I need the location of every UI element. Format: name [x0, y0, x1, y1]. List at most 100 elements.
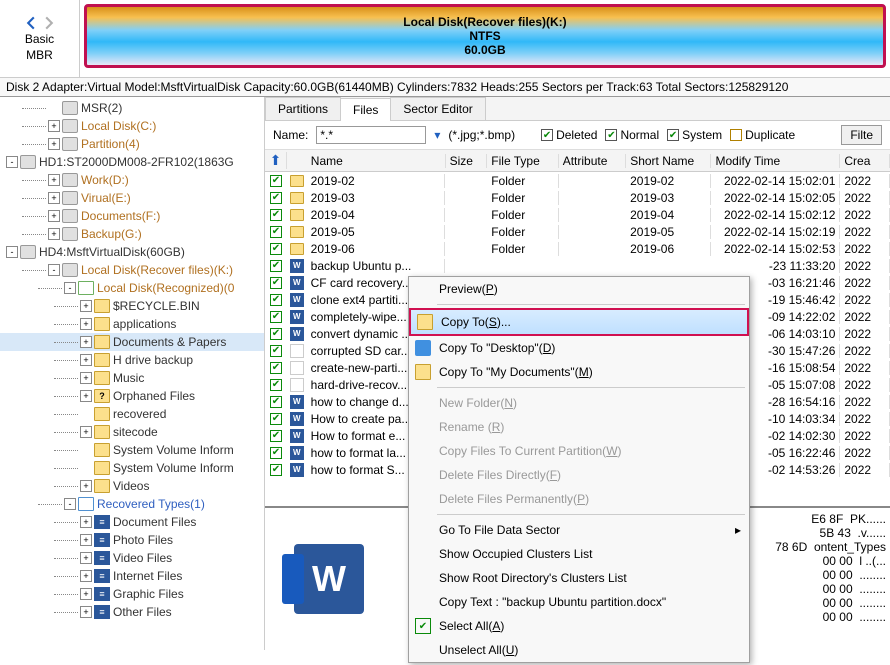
- table-row[interactable]: ✔2019-03Folder2019-032022-02-14 15:02:05…: [265, 189, 890, 206]
- tree-item[interactable]: +Videos: [0, 477, 264, 495]
- expand-icon[interactable]: +: [80, 372, 92, 384]
- tree-item[interactable]: +Local Disk(C:): [0, 117, 264, 135]
- tab-sector-editor[interactable]: Sector Editor: [390, 97, 485, 120]
- table-row[interactable]: ✔2019-04Folder2019-042022-02-14 15:02:12…: [265, 206, 890, 223]
- tree-item[interactable]: +≡Other Files: [0, 603, 264, 621]
- table-row[interactable]: ✔Wbackup Ubuntu p...-23 11:33:202022: [265, 257, 890, 274]
- expand-icon[interactable]: +: [80, 552, 92, 564]
- tree-item[interactable]: +≡Graphic Files: [0, 585, 264, 603]
- expand-icon[interactable]: +: [48, 138, 60, 150]
- row-checkbox[interactable]: ✔: [270, 379, 282, 391]
- table-row[interactable]: ✔2019-02Folder2019-022022-02-14 15:02:01…: [265, 172, 890, 189]
- tree-item[interactable]: +Backup(G:): [0, 225, 264, 243]
- tree-item[interactable]: +Music: [0, 369, 264, 387]
- expand-icon[interactable]: +: [80, 534, 92, 546]
- menu-show-root-clusters[interactable]: Show Root Directory's Clusters List: [409, 566, 749, 590]
- col-shortname[interactable]: Short Name: [626, 154, 711, 168]
- menu-copy-to-mydocs[interactable]: Copy To "My Documents"(M): [409, 360, 749, 384]
- expand-icon[interactable]: +: [48, 120, 60, 132]
- tree-item[interactable]: -HD1:ST2000DM008-2FR102(1863G: [0, 153, 264, 171]
- tab-files[interactable]: Files: [340, 98, 391, 121]
- tree-item[interactable]: +Documents & Papers: [0, 333, 264, 351]
- nav-back-icon[interactable]: [24, 16, 38, 30]
- row-checkbox[interactable]: ✔: [270, 294, 282, 306]
- menu-unselect-all[interactable]: Unselect All(U): [409, 638, 749, 662]
- volume-bar[interactable]: Local Disk(Recover files)(K:) NTFS 60.0G…: [84, 4, 886, 68]
- nav-forward-icon[interactable]: [42, 16, 56, 30]
- col-name[interactable]: Name: [307, 154, 446, 168]
- tree-item[interactable]: System Volume Inform: [0, 441, 264, 459]
- expand-icon[interactable]: -: [6, 246, 18, 258]
- row-checkbox[interactable]: ✔: [270, 226, 282, 238]
- tree-item[interactable]: MSR(2): [0, 99, 264, 117]
- tree-item[interactable]: +≡Video Files: [0, 549, 264, 567]
- col-createtime[interactable]: Crea: [840, 154, 890, 168]
- deleted-checkbox[interactable]: ✔Deleted: [541, 128, 597, 142]
- row-checkbox[interactable]: ✔: [270, 464, 282, 476]
- expand-icon[interactable]: +: [80, 354, 92, 366]
- tree-item[interactable]: +?Orphaned Files: [0, 387, 264, 405]
- row-checkbox[interactable]: ✔: [270, 430, 282, 442]
- duplicate-checkbox[interactable]: Duplicate: [730, 128, 795, 142]
- menu-goto-sector[interactable]: Go To File Data Sector▸: [409, 518, 749, 542]
- tree-item[interactable]: System Volume Inform: [0, 459, 264, 477]
- normal-checkbox[interactable]: ✔Normal: [605, 128, 659, 142]
- expand-icon[interactable]: +: [80, 480, 92, 492]
- tree-item[interactable]: +applications: [0, 315, 264, 333]
- expand-icon[interactable]: +: [80, 336, 92, 348]
- tree-item[interactable]: -Recovered Types(1): [0, 495, 264, 513]
- partition-tree[interactable]: MSR(2)+Local Disk(C:)+Partition(4)-HD1:S…: [0, 97, 265, 650]
- row-checkbox[interactable]: ✔: [270, 175, 282, 187]
- menu-preview[interactable]: Preview(P): [409, 277, 749, 301]
- expand-icon[interactable]: +: [80, 318, 92, 330]
- tree-item[interactable]: +Work(D:): [0, 171, 264, 189]
- expand-icon[interactable]: +: [48, 228, 60, 240]
- expand-icon[interactable]: +: [48, 174, 60, 186]
- row-checkbox[interactable]: ✔: [270, 260, 282, 272]
- row-checkbox[interactable]: ✔: [270, 209, 282, 221]
- tree-item[interactable]: +sitecode: [0, 423, 264, 441]
- expand-icon[interactable]: +: [80, 390, 92, 402]
- row-checkbox[interactable]: ✔: [270, 311, 282, 323]
- tree-item[interactable]: +≡Photo Files: [0, 531, 264, 549]
- expand-icon[interactable]: +: [80, 516, 92, 528]
- row-checkbox[interactable]: ✔: [270, 447, 282, 459]
- menu-select-all[interactable]: ✔Select All(A): [409, 614, 749, 638]
- expand-icon[interactable]: +: [80, 426, 92, 438]
- tree-item[interactable]: -Local Disk(Recover files)(K:): [0, 261, 264, 279]
- expand-icon[interactable]: +: [80, 300, 92, 312]
- row-checkbox[interactable]: ✔: [270, 192, 282, 204]
- menu-copy-to[interactable]: Copy To(S)...: [409, 308, 749, 336]
- expand-icon[interactable]: +: [48, 210, 60, 222]
- filter-button[interactable]: Filte: [841, 125, 882, 145]
- expand-icon[interactable]: -: [6, 156, 18, 168]
- expand-icon[interactable]: +: [80, 570, 92, 582]
- row-checkbox[interactable]: ✔: [270, 243, 282, 255]
- menu-copy-to-desktop[interactable]: Copy To "Desktop"(D): [409, 336, 749, 360]
- name-pattern-input[interactable]: [316, 126, 426, 144]
- tree-item[interactable]: +≡Internet Files: [0, 567, 264, 585]
- up-folder-icon[interactable]: ⬆: [270, 152, 282, 168]
- row-checkbox[interactable]: ✔: [270, 413, 282, 425]
- tree-item[interactable]: +Documents(F:): [0, 207, 264, 225]
- tree-item[interactable]: +H drive backup: [0, 351, 264, 369]
- tree-item[interactable]: -HD4:MsftVirtualDisk(60GB): [0, 243, 264, 261]
- expand-icon[interactable]: -: [64, 498, 76, 510]
- system-checkbox[interactable]: ✔System: [667, 128, 722, 142]
- tree-item[interactable]: +≡Document Files: [0, 513, 264, 531]
- row-checkbox[interactable]: ✔: [270, 328, 282, 340]
- menu-show-occupied[interactable]: Show Occupied Clusters List: [409, 542, 749, 566]
- tab-partitions[interactable]: Partitions: [265, 97, 341, 120]
- expand-icon[interactable]: +: [80, 606, 92, 618]
- col-filetype[interactable]: File Type: [487, 154, 558, 168]
- tree-item[interactable]: +Partition(4): [0, 135, 264, 153]
- tree-item[interactable]: recovered: [0, 405, 264, 423]
- menu-copy-text[interactable]: Copy Text : "backup Ubuntu partition.doc…: [409, 590, 749, 614]
- col-attribute[interactable]: Attribute: [559, 154, 626, 168]
- col-modifytime[interactable]: Modify Time: [711, 154, 840, 168]
- col-size[interactable]: Size: [446, 154, 488, 168]
- tree-item[interactable]: +Virual(E:): [0, 189, 264, 207]
- tree-item[interactable]: -Local Disk(Recognized)(0: [0, 279, 264, 297]
- expand-icon[interactable]: -: [48, 264, 60, 276]
- expand-icon[interactable]: -: [64, 282, 76, 294]
